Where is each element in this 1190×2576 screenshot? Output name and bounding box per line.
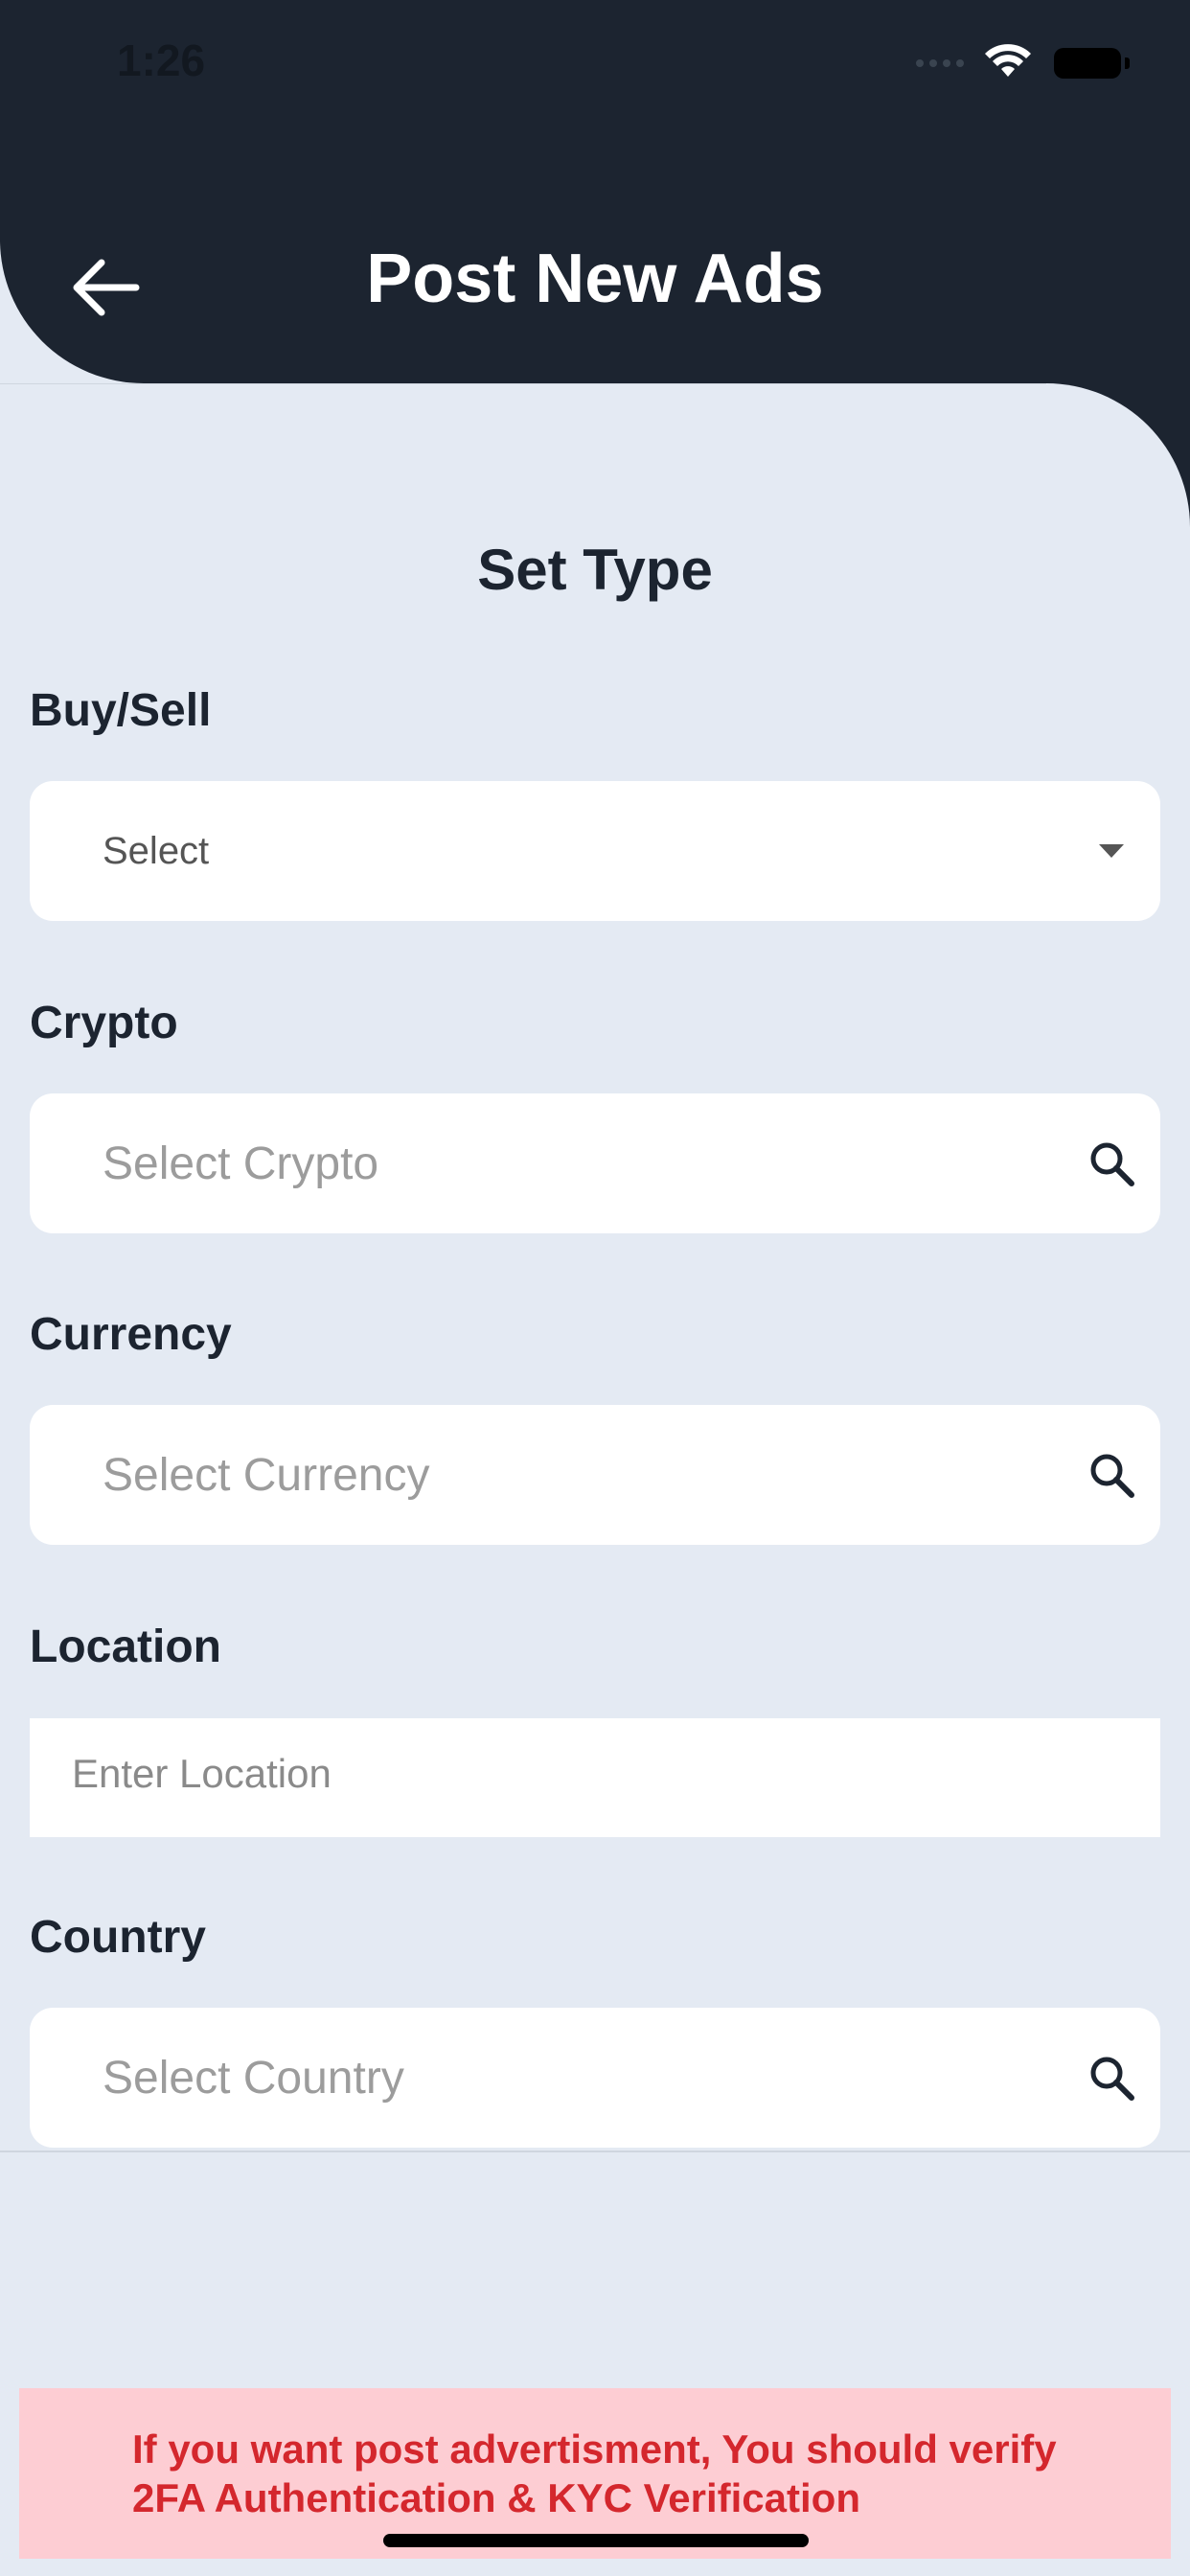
- buy-sell-value: Select: [103, 829, 210, 872]
- divider: [0, 383, 1046, 384]
- buy-sell-label: Buy/Sell: [30, 685, 212, 736]
- currency-label: Currency: [30, 1309, 232, 1360]
- location-label: Location: [30, 1622, 221, 1672]
- page-title: Post New Ads: [366, 241, 824, 317]
- search-icon[interactable]: [1087, 2054, 1135, 2102]
- currency-search-field[interactable]: Select Currency: [30, 1405, 1160, 1545]
- section-title: Set Type: [477, 538, 713, 602]
- chevron-down-icon: [1099, 844, 1124, 858]
- buy-sell-dropdown[interactable]: Select: [30, 781, 1160, 921]
- country-label: Country: [30, 1912, 206, 1963]
- wifi-icon: [985, 44, 1031, 77]
- country-placeholder: Select Country: [103, 2052, 404, 2104]
- divider: [0, 2150, 1190, 2152]
- header-curve: [1046, 383, 1190, 527]
- location-input[interactable]: Enter Location: [30, 1718, 1160, 1837]
- battery-icon: [1054, 48, 1121, 79]
- crypto-label: Crypto: [30, 998, 178, 1048]
- status-time: 1:26: [117, 35, 206, 85]
- location-placeholder: Enter Location: [72, 1751, 332, 1796]
- signal-icon: [916, 59, 964, 67]
- currency-placeholder: Select Currency: [103, 1449, 430, 1501]
- crypto-search-field[interactable]: Select Crypto: [30, 1093, 1160, 1233]
- warning-text: If you want post advertisment, You shoul…: [132, 2426, 1057, 2520]
- search-icon[interactable]: [1087, 1451, 1135, 1499]
- country-search-field[interactable]: Select Country: [30, 2008, 1160, 2148]
- search-icon[interactable]: [1087, 1139, 1135, 1187]
- crypto-placeholder: Select Crypto: [103, 1138, 379, 1189]
- home-indicator: [383, 2534, 809, 2547]
- battery-tip: [1125, 58, 1130, 69]
